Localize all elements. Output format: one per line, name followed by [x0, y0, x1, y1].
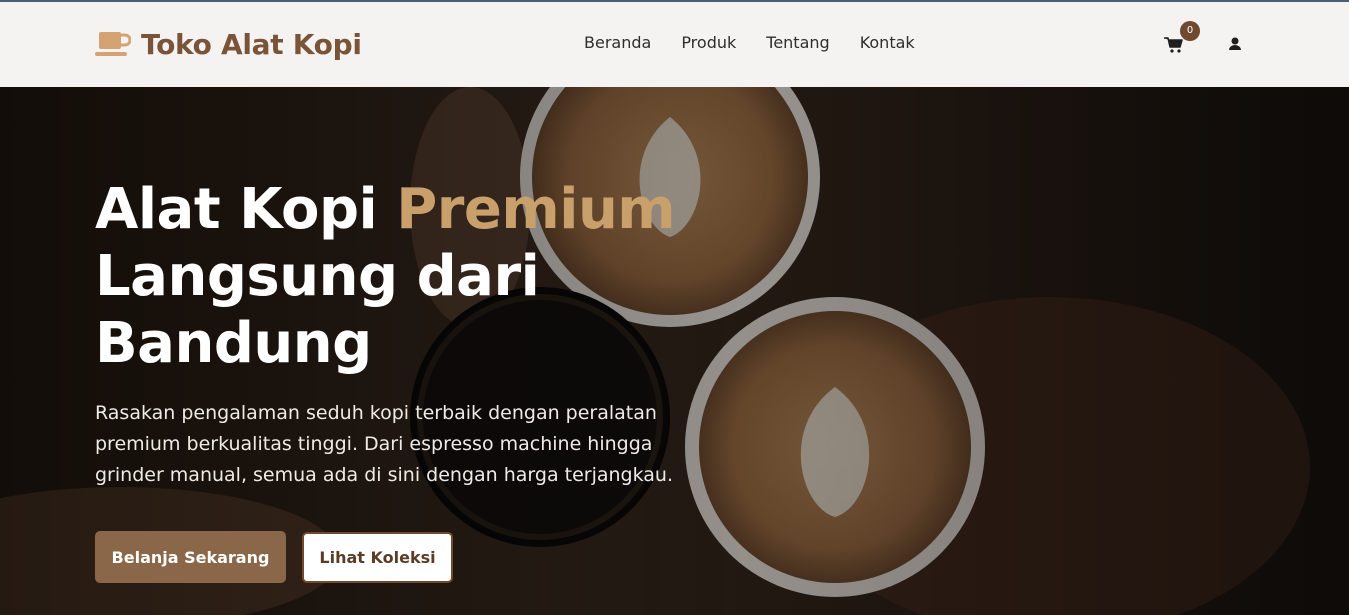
shopping-cart-icon[interactable] [1163, 35, 1185, 55]
hero-title-part1: Alat Kopi [95, 177, 397, 242]
brand-name: Toko Alat Kopi [141, 27, 362, 61]
hero-description: Rasakan pengalaman seduh kopi terbaik de… [95, 402, 674, 486]
main-nav: Beranda Produk Tentang Kontak [584, 33, 945, 52]
nav-kontak[interactable]: Kontak [860, 33, 915, 52]
hero-title-accent: Premium [396, 177, 676, 242]
hero-section: Alat Kopi Premium Langsung dari Bandung … [0, 87, 1349, 615]
coffee-cup-icon [95, 32, 131, 56]
hero-title-part3: Bandung [95, 311, 372, 376]
nav-beranda[interactable]: Beranda [584, 33, 651, 52]
cart-count-badge: 0 [1180, 21, 1200, 41]
view-collection-button[interactable]: Lihat Koleksi [302, 532, 453, 583]
nav-tentang[interactable]: Tentang [766, 33, 829, 52]
user-icon[interactable] [1225, 35, 1245, 55]
hero-title: Alat Kopi Premium Langsung dari Bandung [95, 176, 855, 377]
nav-produk[interactable]: Produk [681, 33, 736, 52]
site-header: Toko Alat Kopi Beranda Produk Tentang Ko… [0, 0, 1349, 87]
shop-now-button[interactable]: Belanja Sekarang [95, 531, 286, 583]
brand-logo[interactable]: Toko Alat Kopi [95, 24, 362, 64]
hero-title-part2: Langsung dari [95, 244, 540, 309]
